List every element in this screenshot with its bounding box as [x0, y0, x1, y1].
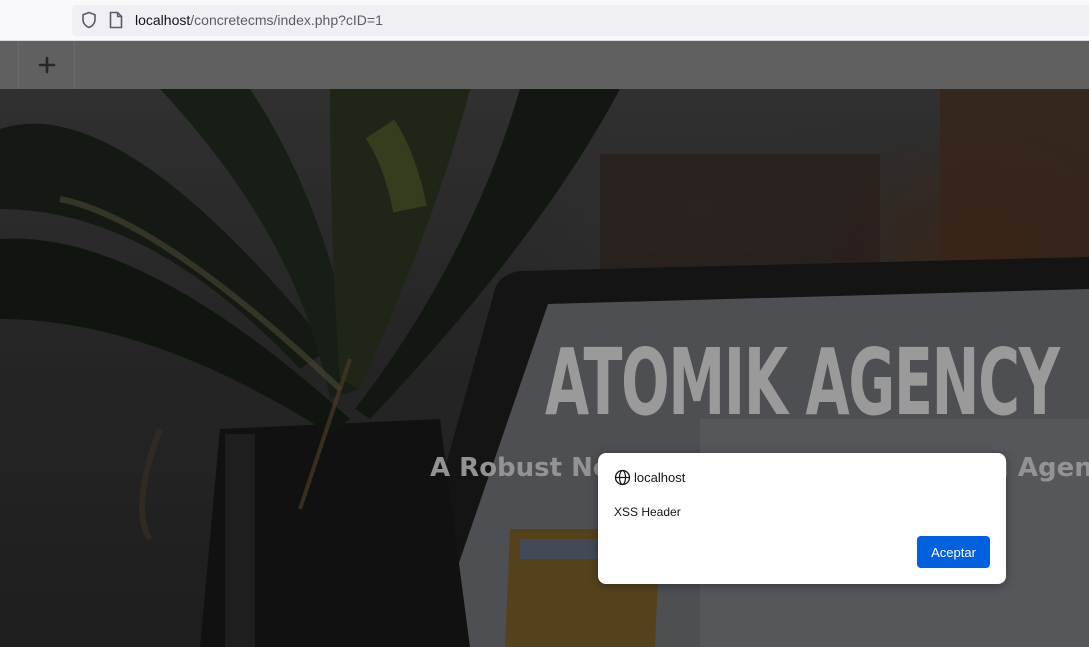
dialog-origin: localhost	[634, 470, 686, 485]
page-icon	[109, 11, 123, 29]
dialog-message: XSS Header	[614, 505, 681, 519]
url-path: /concretecms/index.php?cID=1	[190, 12, 383, 28]
globe-icon	[614, 469, 631, 486]
url-host: localhost	[135, 12, 191, 28]
url-text[interactable]: localhost/concretecms/index.php?cID=1	[135, 12, 383, 28]
accept-button[interactable]: Aceptar	[917, 536, 990, 568]
shield-icon[interactable]	[80, 11, 98, 29]
browser-toolbar: localhost/concretecms/index.php?cID=1	[0, 0, 1089, 41]
alert-dialog: localhost XSS Header Aceptar	[598, 453, 1006, 584]
